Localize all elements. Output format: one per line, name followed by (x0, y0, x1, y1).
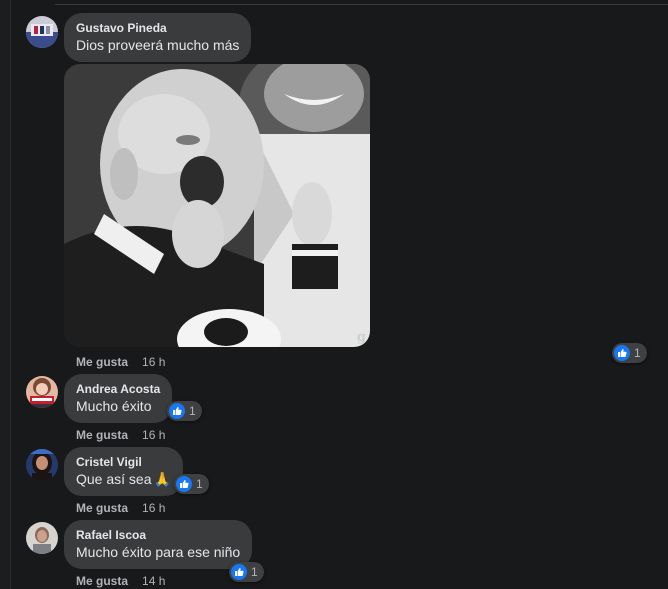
reaction-summary[interactable]: 1 (167, 401, 202, 421)
comment-bubble: Rafael Iscoa Mucho éxito para ese niño (64, 520, 253, 569)
comment-text: Que así sea (76, 471, 152, 487)
gif-watermark: g (356, 330, 366, 345)
comment-actions: Me gusta 16 h (76, 501, 165, 515)
top-divider (55, 4, 668, 5)
gif-image (64, 64, 370, 347)
left-panel-edge (0, 0, 11, 589)
comment-text: Mucho éxito para ese niño (76, 544, 241, 560)
reaction-summary[interactable]: 1 (229, 562, 264, 582)
thumbs-up-icon (231, 564, 247, 580)
praying-hands-emoji: 🙏 (153, 471, 171, 487)
comment-bubble: Andrea Acosta Mucho éxito (64, 374, 173, 423)
comment-actions: Me gusta 14 h (76, 574, 165, 588)
thumbs-up-icon (169, 403, 185, 419)
comment-text: Dios proveerá mucho más (76, 37, 240, 53)
comment-actions: Me gusta 16 h (76, 355, 165, 369)
reaction-count: 1 (196, 477, 203, 491)
comment-timestamp[interactable]: 16 h (142, 501, 165, 515)
comment-bubble: Gustavo Pineda Dios proveerá mucho más (64, 13, 252, 62)
comment-text-line: Que así sea 🙏 (76, 470, 171, 488)
comment-gif[interactable]: g (64, 64, 370, 347)
comment-bubble: Cristel Vigil Que así sea 🙏 (64, 447, 183, 496)
reaction-count: 1 (251, 565, 258, 579)
reaction-count: 1 (189, 404, 196, 418)
reaction-count: 1 (634, 346, 641, 360)
avatar-andrea-acosta[interactable] (26, 376, 58, 408)
comment-author[interactable]: Gustavo Pineda (76, 20, 239, 36)
comment-text: Mucho éxito (76, 398, 152, 414)
avatar-image (26, 522, 58, 554)
comment-author[interactable]: Rafael Iscoa (76, 527, 240, 543)
avatar-image (26, 376, 58, 408)
reaction-summary[interactable]: 1 (174, 474, 209, 494)
like-button[interactable]: Me gusta (76, 355, 128, 369)
like-button[interactable]: Me gusta (76, 501, 128, 515)
thumbs-up-icon (176, 476, 192, 492)
thumbs-up-icon (614, 345, 630, 361)
avatar-image (26, 449, 58, 481)
comment-actions: Me gusta 16 h (76, 428, 165, 442)
comment-timestamp[interactable]: 14 h (142, 574, 165, 588)
like-button[interactable]: Me gusta (76, 428, 128, 442)
comment-timestamp[interactable]: 16 h (142, 428, 165, 442)
comment-author[interactable]: Cristel Vigil (76, 454, 171, 470)
avatar-rafael-iscoa[interactable] (26, 522, 58, 554)
avatar-cristel-vigil[interactable] (26, 449, 58, 481)
like-button[interactable]: Me gusta (76, 574, 128, 588)
comment-author[interactable]: Andrea Acosta (76, 381, 160, 397)
reaction-summary[interactable]: 1 (612, 343, 647, 363)
avatar-gustavo-pineda[interactable] (26, 16, 58, 48)
comment-timestamp[interactable]: 16 h (142, 355, 165, 369)
avatar-image (26, 16, 58, 48)
